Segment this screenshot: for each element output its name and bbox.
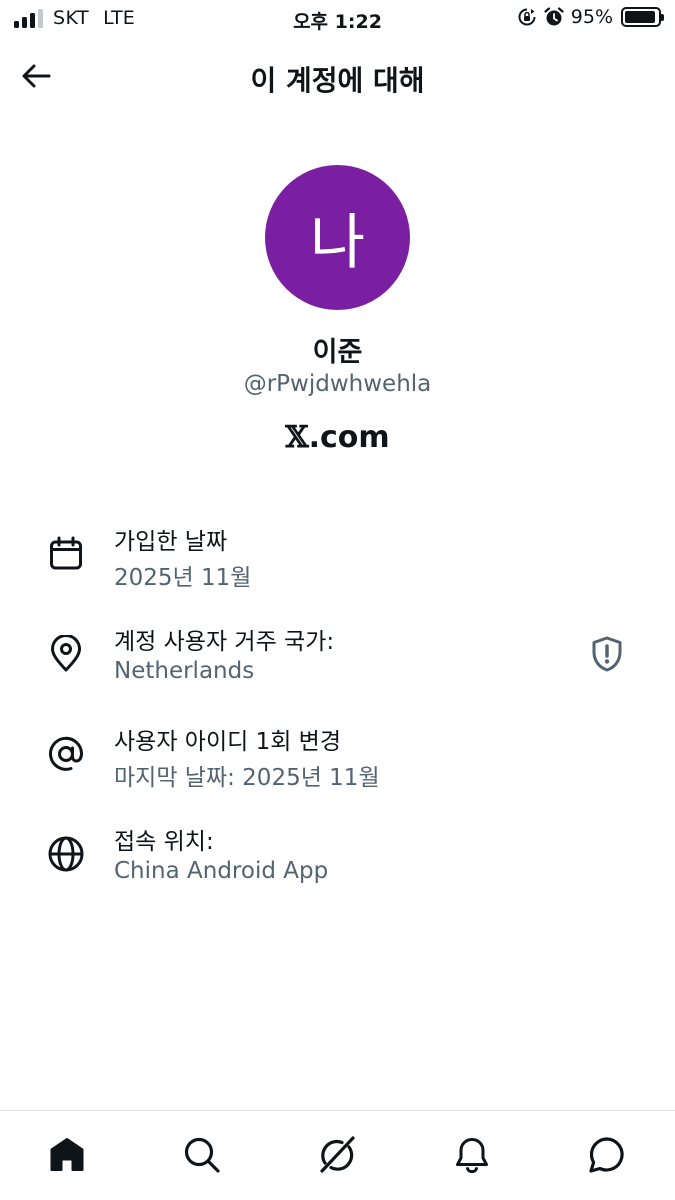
location-pin-icon <box>46 634 86 674</box>
messages-icon <box>589 1137 624 1173</box>
shield-alert-button[interactable] <box>585 632 629 676</box>
status-bar: SKT LTE 오후 1:22 95% <box>0 0 675 38</box>
info-row-access-location: 접속 위치: China Android App <box>0 820 675 900</box>
info-row-country: 계정 사용자 거주 국가: Netherlands <box>0 620 675 700</box>
country-label: 계정 사용자 거주 국가: <box>114 629 335 655</box>
platform-domain: .com <box>308 420 390 455</box>
nav-grok[interactable] <box>315 1133 359 1177</box>
x-logo-glyph: 𝕏 <box>285 420 309 455</box>
header: 이 계정에 대해 <box>0 50 675 102</box>
nav-home[interactable] <box>45 1133 89 1177</box>
home-icon <box>50 1138 84 1171</box>
country-value: Netherlands <box>114 658 255 684</box>
nav-search[interactable] <box>180 1133 224 1177</box>
avatar-initial: 나 <box>309 208 366 278</box>
platform-label: 𝕏.com <box>0 420 675 455</box>
globe-icon <box>46 834 86 874</box>
at-sign-icon <box>46 734 86 774</box>
join-date-label: 가입한 날짜 <box>114 529 228 555</box>
alarm-icon <box>544 7 564 26</box>
username-change-label: 사용자 아이디 1회 변경 <box>114 729 342 755</box>
access-location-value: China Android App <box>114 858 329 884</box>
battery-icon <box>621 7 664 27</box>
search-icon <box>184 1137 220 1173</box>
rotation-lock-icon <box>518 8 536 26</box>
grok-icon <box>320 1136 355 1173</box>
info-row-username-change: 사용자 아이디 1회 변경 마지막 날짜: 2025년 11월 <box>0 720 675 800</box>
avatar: 나 <box>265 165 410 310</box>
status-right: 95% <box>517 6 664 28</box>
bottom-nav <box>0 1110 675 1200</box>
display-name: 이준 <box>312 337 363 368</box>
nav-messages[interactable] <box>585 1133 629 1177</box>
access-location-label: 접속 위치: <box>114 829 214 855</box>
page-title: 이 계정에 대해 <box>250 64 425 97</box>
nav-notifications[interactable] <box>450 1133 494 1177</box>
battery-fill <box>625 11 656 23</box>
info-row-join-date: 가입한 날짜 2025년 11월 <box>0 520 675 600</box>
calendar-icon <box>46 534 86 574</box>
notifications-bell-icon <box>456 1138 488 1174</box>
username-change-value: 마지막 날짜: 2025년 11월 <box>114 765 380 791</box>
user-handle: @rPwjdwhwehla <box>243 371 432 397</box>
battery-percent: 95% <box>570 6 613 28</box>
join-date-value: 2025년 11월 <box>114 565 252 591</box>
shield-alert-icon <box>592 636 622 672</box>
